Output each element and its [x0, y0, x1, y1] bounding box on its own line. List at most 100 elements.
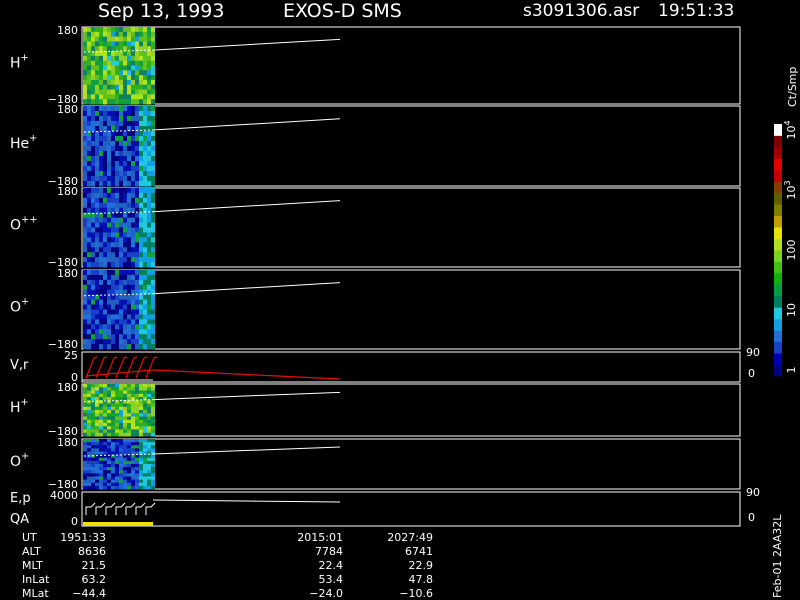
heatmap-cell — [115, 262, 119, 268]
heatmap-cell — [95, 141, 99, 147]
heatmap-cell — [99, 207, 103, 214]
heatmap-cell — [83, 410, 87, 414]
heatmap-cell — [143, 403, 147, 408]
heatmap-cell — [95, 197, 99, 204]
heatmap-cell — [147, 299, 151, 306]
heatmap-cell — [103, 79, 107, 86]
heatmap-cell — [91, 387, 95, 391]
heatmap-cell — [87, 400, 91, 404]
heatmap-cell — [115, 141, 119, 147]
heatmap-cell — [151, 397, 155, 401]
heatmap-cell — [99, 197, 103, 204]
heatmap-cell — [151, 212, 155, 219]
heatmap-cell — [139, 454, 143, 459]
heatmap-cell — [107, 274, 111, 281]
heatmap-cell — [135, 334, 139, 340]
heatmap-cell — [139, 136, 143, 142]
heatmap-cells-h2 — [83, 384, 155, 437]
heatmap-cell — [119, 27, 123, 33]
heatmap-cell — [139, 84, 143, 91]
heatmap-cell — [139, 106, 143, 112]
heatmap-cell — [99, 99, 103, 105]
heatmap-cell — [139, 131, 143, 137]
heatmap-cell — [115, 445, 119, 449]
heatmap-cell — [115, 217, 119, 224]
heatmap-cell — [107, 329, 111, 335]
heatmap-cell — [115, 270, 119, 276]
heatmap-cell — [95, 222, 99, 228]
heatmap-cell — [99, 476, 103, 481]
heatmap-cell — [131, 470, 135, 474]
heatmap-cell — [127, 247, 131, 253]
heatmap-cell — [87, 247, 91, 253]
heatmap-cell — [91, 141, 95, 147]
heatmap-cell — [119, 31, 123, 38]
heatmap-cell — [107, 442, 111, 446]
heatmap-cell — [107, 448, 111, 452]
heatmap-cell — [115, 247, 119, 253]
heatmap-cell — [135, 460, 139, 465]
heatmap-cell — [127, 270, 131, 276]
heatmap-cell — [103, 252, 107, 258]
heatmap-cell — [135, 279, 139, 286]
heatmap-cell — [131, 319, 135, 325]
heatmap-cell — [91, 55, 95, 62]
heatmap-cell — [99, 397, 103, 401]
heatmap-cell — [147, 448, 151, 452]
heatmap-cell — [91, 467, 95, 471]
heatmap-cell — [147, 467, 151, 471]
heatmap-cell — [99, 156, 103, 162]
energy-step — [125, 502, 136, 515]
heatmap-cell — [83, 166, 87, 172]
heatmap-cell — [87, 314, 91, 320]
heatmap-cell — [147, 136, 151, 142]
heatmap-cell — [151, 247, 155, 253]
heatmap-cell — [83, 55, 87, 62]
heatmap-cell — [143, 400, 147, 404]
heatmap-cell — [127, 136, 131, 142]
heatmap-cell — [95, 324, 99, 330]
heatmap-cell — [131, 279, 135, 286]
heatmap-cell — [127, 27, 131, 33]
heatmap-cell — [151, 400, 155, 404]
heatmap-cell — [87, 161, 91, 167]
heatmap-cell — [139, 60, 143, 66]
heatmap-cell — [151, 294, 155, 301]
heatmap-cell — [115, 423, 119, 427]
heatmap-cell — [103, 116, 107, 122]
heatmap-cell — [99, 217, 103, 224]
heatmap-cell — [119, 222, 123, 228]
heatmap-cell — [127, 314, 131, 320]
velocity-spike-tip — [93, 356, 98, 359]
heatmap-cell — [91, 237, 95, 243]
heatmap-cell — [135, 99, 139, 105]
heatmap-cell — [111, 319, 115, 325]
heatmap-cell — [143, 188, 147, 194]
heatmap-cell — [143, 432, 147, 437]
heatmap-cell — [91, 116, 95, 122]
heatmap-cell — [123, 473, 127, 477]
heatmap-cell — [127, 410, 131, 414]
heatmap-cell — [143, 247, 147, 253]
heatmap-cell — [111, 464, 115, 468]
heatmap-cell — [139, 403, 143, 408]
heatmap-cell — [131, 262, 135, 268]
heatmap-cell — [115, 242, 119, 248]
heatmap-cell — [111, 176, 115, 182]
heatmap-cell — [151, 207, 155, 214]
heatmap-cell — [83, 344, 87, 350]
heatmap-cell — [135, 413, 139, 417]
heatmap-cell — [107, 207, 111, 214]
heatmap-cell — [83, 304, 87, 310]
heatmap-cell — [139, 284, 143, 291]
colorbar-tick-label: 104 — [783, 120, 798, 139]
velocity-spike-tip — [113, 356, 118, 359]
heatmap-cell — [91, 289, 95, 296]
heatmap-cell — [127, 212, 131, 219]
heatmap-cell — [135, 426, 139, 430]
heatmap-cell — [123, 460, 127, 465]
heatmap-cell — [87, 344, 91, 350]
heatmap-cell — [119, 485, 123, 490]
heatmap-cell — [115, 460, 119, 465]
heatmap-cell — [151, 339, 155, 345]
